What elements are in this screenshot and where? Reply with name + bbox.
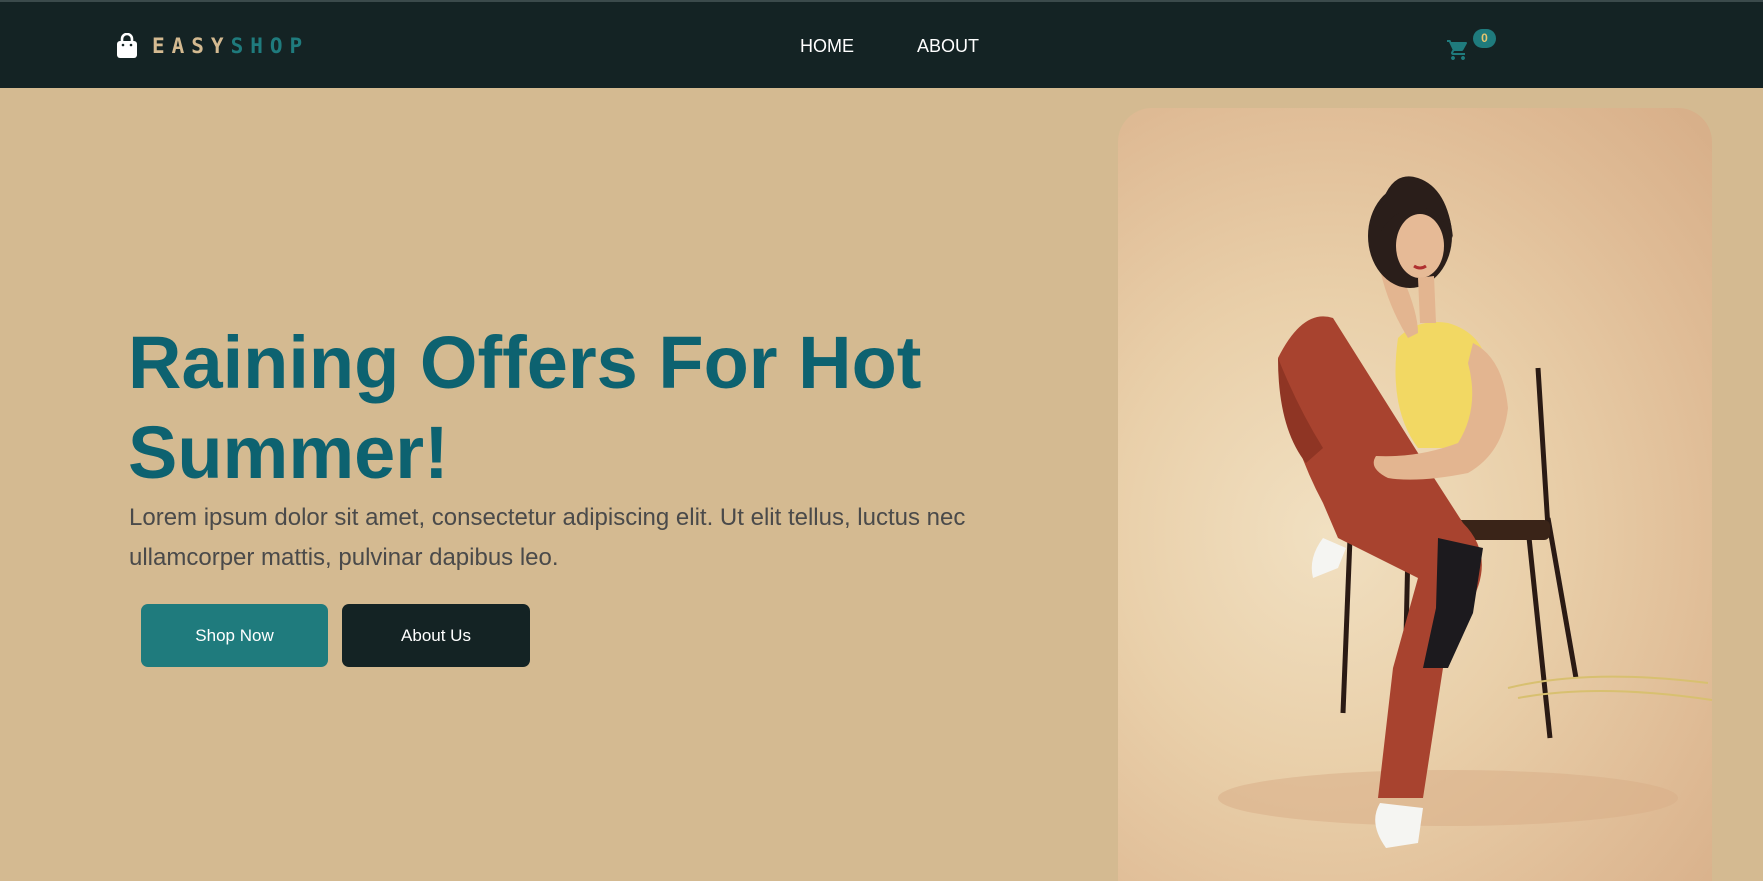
brand-name-part1: EASY	[152, 34, 231, 58]
cart-count-badge: 0	[1473, 29, 1496, 48]
hero-title: Raining Offers For Hot Summer!	[128, 321, 922, 494]
brand-name-part2: SHOP	[230, 34, 310, 58]
navbar: EASYSHOP HOME ABOUT 0	[0, 0, 1763, 88]
fashion-model-illustration	[1218, 176, 1712, 848]
main-nav: HOME ABOUT	[800, 36, 1042, 57]
shop-now-button[interactable]: Shop Now	[141, 604, 328, 667]
brand-logo[interactable]: EASYSHOP	[116, 32, 309, 60]
cart-icon[interactable]	[1446, 38, 1470, 62]
nav-home[interactable]: HOME	[800, 36, 854, 57]
brand-name: EASYSHOP	[152, 34, 309, 58]
hero-model-image	[1118, 108, 1712, 881]
nav-about[interactable]: ABOUT	[917, 36, 979, 57]
shopping-bag-icon	[117, 33, 137, 58]
hero-description: Lorem ipsum dolor sit amet, consectetur …	[129, 504, 966, 571]
about-us-button[interactable]: About Us	[342, 604, 530, 667]
